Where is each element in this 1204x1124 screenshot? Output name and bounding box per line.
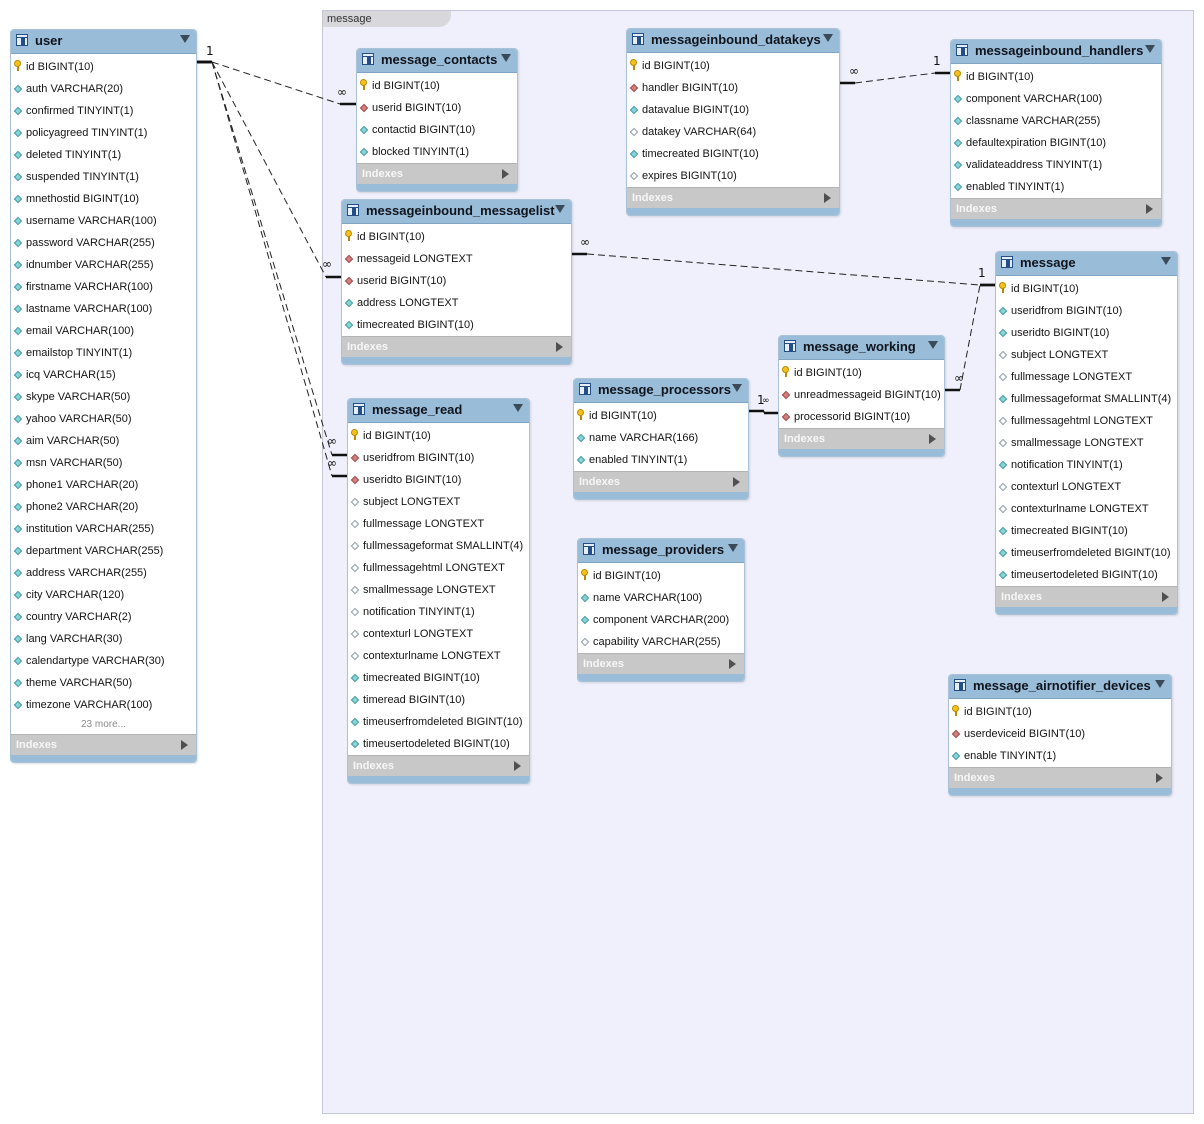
rel-user-read-to[interactable] xyxy=(211,61,333,477)
cardinality-many-working-processor: ∞ xyxy=(762,396,770,406)
rel-messagelist-message[interactable] xyxy=(586,253,981,286)
cardinality-many-working: ∞ xyxy=(954,371,964,385)
cardinality-many-read-from: ∞ xyxy=(327,434,337,448)
relationship-lines xyxy=(197,60,995,478)
cardinality-many-read-to: ∞ xyxy=(327,456,337,470)
cardinality-one-user: 1 xyxy=(206,44,214,58)
cardinality-many-messagelist-to-message: ∞ xyxy=(580,235,590,249)
diagram-canvas: message user id BIGINT(10) auth VARCHAR(20… xyxy=(0,0,1204,1124)
rel-user-message-contacts[interactable] xyxy=(211,61,341,105)
rel-user-read-from[interactable] xyxy=(211,61,333,456)
cardinality-many-contacts: ∞ xyxy=(337,85,347,99)
rel-datakeys-handlers[interactable] xyxy=(854,72,936,84)
cardinality-one-message: 1 xyxy=(978,266,986,280)
cardinality-many-messagelist: ∞ xyxy=(322,257,332,271)
cardinality-many-datakeys: ∞ xyxy=(849,64,859,78)
cardinality-one-handlers: 1 xyxy=(933,54,941,68)
